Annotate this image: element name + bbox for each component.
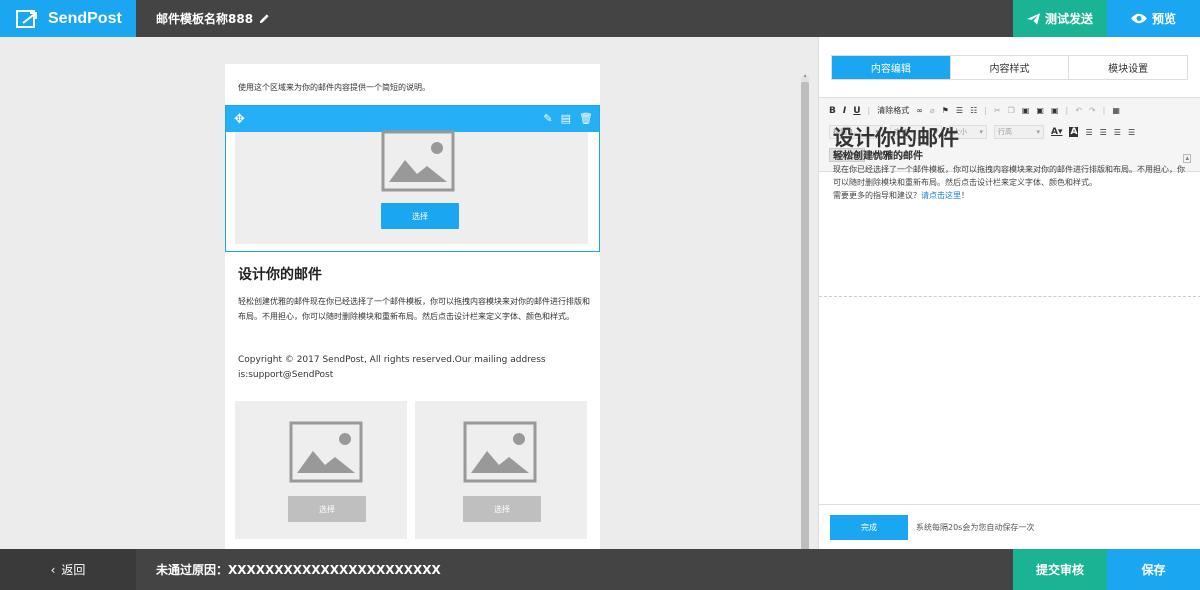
template-name[interactable]: 邮件模板名称888 xyxy=(156,0,270,37)
content-body: 现在你已经选择了一个邮件模板，你可以拖拽内容模块来对你的邮件进行排版和布局。不用… xyxy=(833,165,1185,187)
tab-content-style[interactable]: 内容样式 xyxy=(949,56,1069,79)
image-placeholder-right[interactable]: 选择 xyxy=(415,401,587,539)
paste-word-icon[interactable]: ▣ xyxy=(1051,106,1059,115)
email-intro-text: 使用这个区域来为你的邮件内容提供一个简短的说明。 xyxy=(238,83,430,92)
choose-image-button-right[interactable]: 选择 xyxy=(463,496,541,522)
rejection-reason: 未通过原因：XXXXXXXXXXXXXXXXXXXXXXX xyxy=(156,563,441,577)
help-prefix: 需要更多的指导和建议？ xyxy=(833,191,921,200)
back-button[interactable]: ‹ 返回 xyxy=(0,549,136,590)
paste-text-icon[interactable]: ▣ xyxy=(1036,106,1044,115)
copy-format-icon[interactable]: ❐ xyxy=(1008,106,1015,115)
template-name-text: 邮件模板名称888 xyxy=(156,12,254,26)
autosave-note: 系统每隔20s会为您自动保存一次 xyxy=(916,523,1035,532)
back-label: 返回 xyxy=(61,563,86,577)
email-preview: 使用这个区域来为你的邮件内容提供一个简短的说明。 ✥ ✎ ▤ 🗑 选择 设计你的 xyxy=(225,64,600,549)
image-icon xyxy=(463,421,537,483)
top-bar: SendPost 邮件模板名称888 测试发送 预览 xyxy=(0,0,1200,37)
test-send-label: 测试发送 xyxy=(1044,12,1093,26)
bold-icon[interactable]: B xyxy=(829,106,836,116)
editor-footer: 完成 系统每隔20s会为您自动保存一次 xyxy=(819,504,1200,549)
preview-label: 预览 xyxy=(1151,12,1176,26)
selected-image-block[interactable]: ✥ ✎ ▤ 🗑 选择 xyxy=(225,105,600,252)
move-icon[interactable]: ✥ xyxy=(234,112,245,127)
link-icon[interactable]: ∞ xyxy=(916,106,923,115)
undo-icon[interactable]: ↶ xyxy=(1075,106,1082,115)
done-button[interactable]: 完成 xyxy=(830,515,908,540)
email-body-text: 轻松创建优雅的邮件现在你已经选择了一个邮件模板，你可以拖拽内容模块来对你的邮件进… xyxy=(238,297,590,321)
bottom-bar: ‹ 返回 未通过原因：XXXXXXXXXXXXXXXXXXXXXXX 提交审核 … xyxy=(0,549,1200,590)
tab-block-settings[interactable]: 模块设置 xyxy=(1068,56,1187,79)
logo[interactable]: SendPost xyxy=(0,0,136,37)
unlink-icon[interactable]: ⌀ xyxy=(930,106,935,115)
email-title: 设计你的邮件 xyxy=(238,267,322,283)
unordered-list-icon[interactable]: ☷ xyxy=(970,106,977,115)
editor-tabs: 内容编辑 内容样式 模块设置 xyxy=(831,55,1188,80)
tab-content-edit[interactable]: 内容编辑 xyxy=(832,56,950,79)
save-button[interactable]: 保存 xyxy=(1107,549,1200,590)
pencil-icon[interactable] xyxy=(259,13,270,24)
ordered-list-icon[interactable]: ☰ xyxy=(956,106,963,115)
table-icon[interactable]: ▦ xyxy=(1112,106,1120,115)
underline-icon[interactable]: U xyxy=(853,106,860,116)
content-help: 需要更多的指导和建议？请点击这里！ xyxy=(833,189,1189,202)
flag-icon[interactable]: ⚑ xyxy=(942,106,949,115)
paste-icon[interactable]: ▣ xyxy=(1022,106,1030,115)
submit-review-button[interactable]: 提交审核 xyxy=(1013,549,1107,590)
content-title: 设计你的邮件 xyxy=(833,126,959,150)
content-subtitle: 轻松创建优雅的邮件 xyxy=(833,151,923,162)
chevron-left-icon: ‹ xyxy=(50,562,56,577)
copy-icon[interactable]: ▤ xyxy=(561,112,571,125)
eye-icon xyxy=(1130,13,1147,24)
choose-image-button-left[interactable]: 选择 xyxy=(288,496,366,522)
italic-icon[interactable]: I xyxy=(843,106,846,116)
toolbar-divider: | xyxy=(1102,106,1106,115)
toolbar-divider: | xyxy=(867,106,871,115)
image-icon xyxy=(289,421,363,483)
editor-panel: 内容编辑 内容样式 模块设置 B I U | 清除格式 ∞ ⌀ ⚑ ☰ ☷ | … xyxy=(818,37,1200,549)
toolbar-row-1: B I U | 清除格式 ∞ ⌀ ⚑ ☰ ☷ | ✂ ❐ ▣ ▣ ▣ | ↶ ↷… xyxy=(829,105,1120,116)
test-send-button[interactable]: 测试发送 xyxy=(1013,0,1107,37)
choose-image-button[interactable]: 选择 xyxy=(381,203,459,229)
cut-icon[interactable]: ✂ xyxy=(994,106,1001,115)
edit-icon[interactable]: ✎ xyxy=(543,112,552,125)
toolbar-divider: | xyxy=(1065,106,1069,115)
help-suffix: ！ xyxy=(961,191,969,200)
trash-icon[interactable]: 🗑 xyxy=(579,112,593,125)
paper-plane-icon xyxy=(1026,12,1040,25)
image-placeholder-left[interactable]: 选择 xyxy=(235,401,407,539)
scrollbar-thumb[interactable] xyxy=(801,82,809,549)
email-copyright: Copyright © 2017 SendPost, All rights re… xyxy=(238,355,546,380)
toolbar-divider: | xyxy=(984,106,987,115)
redo-icon[interactable]: ↷ xyxy=(1089,106,1096,115)
help-link[interactable]: 请点击这里 xyxy=(921,191,961,200)
editor-content[interactable]: 设计你的邮件 轻松创建优雅的邮件 现在你已经选择了一个邮件模板，你可以拖拽内容模… xyxy=(833,125,1189,202)
clear-format-button[interactable]: 清除格式 xyxy=(877,105,909,116)
email-canvas: 使用这个区域来为你的邮件内容提供一个简短的说明。 ✥ ✎ ▤ 🗑 选择 设计你的 xyxy=(0,37,818,549)
image-icon xyxy=(381,130,455,192)
preview-button[interactable]: 预览 xyxy=(1107,0,1200,37)
image-placeholder-box: 选择 xyxy=(235,130,588,244)
block-toolbar: ✥ ✎ ▤ 🗑 xyxy=(226,106,599,132)
brand-name: SendPost xyxy=(48,9,122,27)
content-divider xyxy=(819,296,1200,297)
sendpost-logo-icon xyxy=(16,9,37,28)
